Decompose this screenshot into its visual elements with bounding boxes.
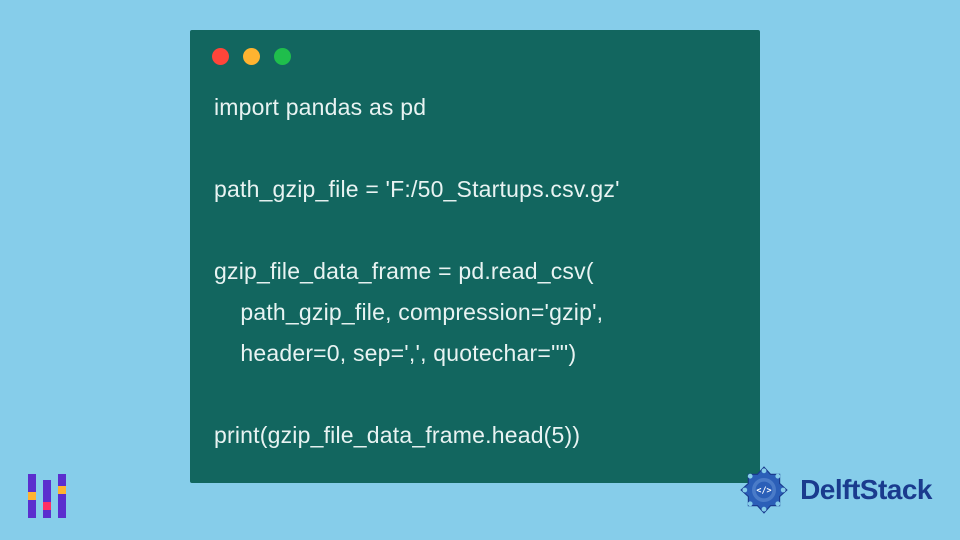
window-titlebar: [190, 30, 760, 75]
svg-text:</>: </>: [756, 485, 771, 495]
maximize-icon: [274, 48, 291, 65]
close-icon: [212, 48, 229, 65]
minimize-icon: [243, 48, 260, 65]
logo-left-icon: [28, 474, 66, 518]
brand-logo: </> DelftStack: [734, 460, 932, 520]
code-body: import pandas as pd path_gzip_file = 'F:…: [190, 75, 760, 455]
brand-badge-icon: </>: [734, 460, 794, 520]
code-window: import pandas as pd path_gzip_file = 'F:…: [190, 30, 760, 483]
brand-name: DelftStack: [800, 474, 932, 506]
